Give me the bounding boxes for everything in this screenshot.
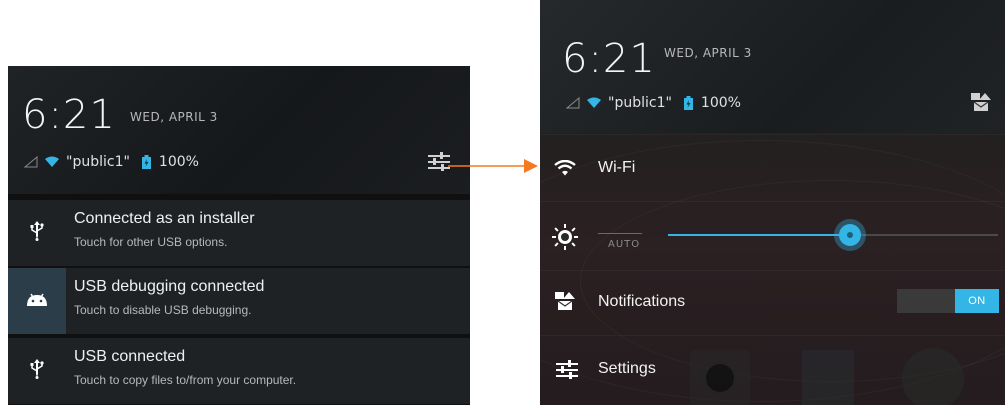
left-clock: 6:21 — [22, 92, 116, 138]
settings-label: Settings — [598, 360, 656, 377]
settings-row[interactable]: Settings — [540, 335, 1005, 405]
notification-subtitle: Touch to copy files to/from your compute… — [74, 373, 297, 387]
right-status-header: 6:21 WED, APRIL 3 "public1" 100% — [540, 0, 1005, 133]
usb-icon — [30, 359, 44, 383]
battery-icon — [141, 155, 151, 169]
brightness-slider[interactable] — [668, 224, 998, 246]
battery-icon — [683, 96, 693, 110]
left-date: WED, APRIL 3 — [130, 110, 218, 124]
notification-title: Connected as an installer — [74, 210, 255, 227]
notifications-shade-icon[interactable] — [970, 92, 992, 116]
notifications-icon — [554, 291, 576, 315]
brightness-slider-fill — [668, 234, 850, 236]
background-globe-icon — [902, 348, 964, 405]
right-quick-settings: 6:21 WED, APRIL 3 "public1" 100% Wi-Fi A… — [540, 0, 1005, 405]
auto-brightness-divider — [598, 233, 642, 234]
background-camera-icon — [690, 350, 750, 405]
left-network-name: "public1" — [66, 154, 130, 170]
left-status-header: 6:21 WED, APRIL 3 "public1" 100% — [8, 66, 470, 194]
signal-icon — [566, 97, 580, 109]
arrow-connector — [448, 159, 538, 173]
settings-icon — [554, 358, 580, 386]
left-battery-level: 100% — [158, 154, 199, 170]
auto-brightness-button[interactable]: AUTO — [608, 239, 640, 250]
wifi-icon — [554, 159, 576, 180]
notifications-label: Notifications — [598, 293, 686, 310]
background-gallery-icon — [802, 350, 854, 405]
wifi-icon — [586, 97, 602, 109]
notification-usb-connected[interactable]: USB connected Touch to copy files to/fro… — [8, 338, 470, 404]
left-status-row: "public1" 100% — [24, 154, 199, 170]
notification-usb-installer[interactable]: Connected as an installer Touch for othe… — [8, 200, 470, 266]
left-notification-shade: 6:21 WED, APRIL 3 "public1" 100% Connect… — [8, 66, 470, 405]
notification-usb-debugging[interactable]: USB debugging connected Touch to disable… — [8, 268, 470, 334]
signal-icon — [24, 156, 38, 168]
right-battery-level: 100% — [700, 95, 741, 111]
wifi-label: Wi-Fi — [598, 159, 636, 176]
notification-icon-box — [8, 268, 66, 334]
right-date: WED, APRIL 3 — [664, 46, 752, 60]
usb-icon — [30, 221, 44, 245]
notification-subtitle: Touch to disable USB debugging. — [74, 303, 252, 317]
right-status-row: "public1" 100% — [566, 95, 741, 111]
notification-icon-box — [8, 200, 66, 266]
right-network-name: "public1" — [608, 95, 672, 111]
brightness-icon — [552, 224, 578, 254]
notification-icon-box — [8, 338, 66, 404]
notifications-toggle[interactable]: ON — [897, 289, 999, 313]
right-clock: 6:21 — [562, 36, 656, 82]
android-icon — [26, 292, 48, 311]
notification-title: USB debugging connected — [74, 278, 265, 295]
notifications-toggle-on: ON — [955, 289, 999, 313]
wifi-icon — [44, 156, 60, 168]
notification-subtitle: Touch for other USB options. — [74, 235, 228, 249]
notification-title: USB connected — [74, 348, 186, 365]
wifi-row[interactable]: Wi-Fi — [540, 134, 1005, 201]
brightness-slider-thumb[interactable] — [838, 224, 861, 246]
